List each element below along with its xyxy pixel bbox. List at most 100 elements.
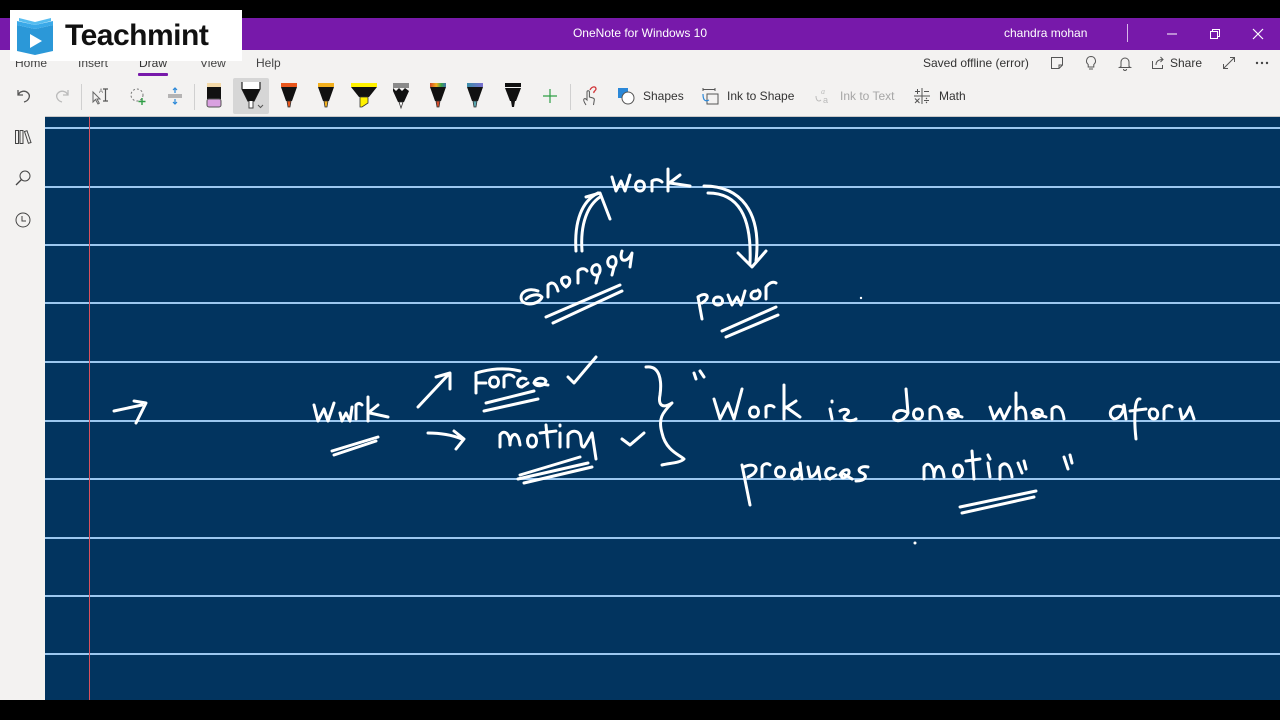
pencil-tool[interactable] — [389, 78, 413, 114]
type-select-button[interactable]: A — [88, 78, 112, 114]
orange-pen-tool[interactable] — [277, 78, 301, 114]
shapes-label: Shapes — [643, 89, 684, 103]
ink-word-energy[interactable] — [519, 249, 634, 306]
ink-dot — [859, 296, 863, 300]
ink-checkmark — [620, 431, 646, 447]
pen-icon — [281, 83, 297, 108]
ink-underline — [551, 289, 624, 325]
pen-icon — [241, 82, 264, 109]
ink-arrow-to-motion — [426, 429, 466, 451]
toolbar-separator — [81, 84, 82, 110]
close-icon — [1252, 28, 1264, 40]
ink-arrow-left — [112, 399, 148, 425]
ink-quote-definition[interactable] — [692, 369, 1196, 441]
toolbar-separator — [570, 84, 571, 110]
pen-icon — [467, 83, 483, 108]
ink-dot — [913, 541, 917, 545]
math-button[interactable]: Math — [912, 78, 972, 114]
add-space-button[interactable] — [163, 78, 187, 114]
teachmint-watermark: Teachmint — [10, 10, 242, 61]
ink-checkmark — [566, 355, 598, 385]
ink-word-force[interactable] — [474, 367, 550, 395]
black-pen-2-tool[interactable] — [501, 78, 525, 114]
shapes-icon — [618, 88, 635, 105]
more-icon — [1255, 61, 1269, 65]
expand-icon — [1223, 57, 1235, 69]
lasso-text-icon: A — [92, 88, 108, 105]
note-page-canvas[interactable] — [45, 116, 1280, 701]
ink-to-shape-button[interactable]: Ink to Shape — [700, 78, 800, 114]
nav-recent[interactable] — [11, 208, 35, 232]
restore-icon — [1210, 29, 1220, 39]
teachmint-brand: Teachmint — [65, 18, 209, 52]
screen: OneNote for Windows 10 chandra mohan Hom… — [0, 0, 1280, 720]
math-label: Math — [939, 89, 966, 103]
minimize-icon — [1167, 33, 1177, 35]
left-nav — [0, 116, 45, 700]
share-button[interactable]: Share — [1150, 54, 1204, 72]
redo-icon — [56, 90, 69, 103]
ink-to-text-icon: aa — [815, 87, 828, 105]
ink-word-work-top[interactable] — [610, 167, 692, 193]
add-space-icon — [168, 87, 182, 105]
lasso-select-button[interactable] — [126, 78, 150, 114]
highlighter-tool[interactable] — [349, 78, 379, 114]
pen-icon — [430, 83, 446, 108]
svg-text:A: A — [99, 89, 103, 95]
ink-word-work-middle[interactable] — [312, 395, 390, 423]
ink-word-motion[interactable] — [498, 423, 598, 461]
eraser-icon — [206, 83, 222, 108]
ideas-button[interactable] — [1080, 54, 1102, 72]
yellow-pen-tool[interactable] — [314, 78, 338, 114]
ocean-pen-tool[interactable] — [463, 78, 487, 114]
search-icon — [15, 170, 31, 186]
ink-quote-definition-line2[interactable] — [740, 449, 1074, 507]
pen-icon — [505, 83, 521, 107]
notifications-button[interactable] — [1114, 54, 1136, 72]
ink-to-text-button[interactable]: aa Ink to Text — [813, 78, 903, 114]
touch-draw-icon — [583, 86, 597, 106]
lasso-add-icon — [130, 88, 146, 105]
clock-icon — [15, 212, 31, 228]
close-button[interactable] — [1236, 18, 1280, 50]
fullscreen-button[interactable] — [1218, 54, 1240, 72]
book-play-icon — [17, 17, 53, 55]
nav-notebooks[interactable] — [11, 125, 35, 149]
save-status: Saved offline (error) — [923, 56, 1029, 70]
bottom-letterbox — [0, 700, 1280, 720]
add-pen-button[interactable] — [538, 78, 562, 114]
shapes-button[interactable]: Shapes — [616, 78, 686, 114]
pen-icon — [318, 83, 334, 108]
ink-arrow-work-to-power[interactable] — [702, 184, 768, 269]
ink-arrow-energy-to-work[interactable] — [574, 191, 612, 253]
svg-text:a: a — [823, 95, 828, 105]
tab-help[interactable]: Help — [256, 56, 281, 70]
undo-icon — [17, 90, 30, 103]
sticky-notes-icon — [1051, 57, 1063, 69]
pencil-icon — [393, 83, 409, 110]
ink-to-shape-label: Ink to Shape — [727, 89, 795, 103]
touch-drawing-button[interactable] — [577, 78, 601, 114]
bell-icon — [1117, 57, 1133, 71]
ink-to-text-label: Ink to Text — [840, 89, 895, 103]
galaxy-pen-tool[interactable] — [426, 78, 450, 114]
share-label: Share — [1170, 56, 1203, 70]
restore-button[interactable] — [1193, 18, 1237, 50]
user-name[interactable]: chandra mohan — [1004, 26, 1087, 40]
eraser-tool[interactable] — [201, 78, 227, 114]
redo-button[interactable] — [50, 78, 74, 114]
sticky-notes-button[interactable] — [1046, 54, 1068, 72]
ink-to-shape-icon — [702, 88, 719, 105]
nav-search[interactable] — [11, 166, 35, 190]
highlighter-icon — [351, 83, 377, 108]
ink-layer — [112, 167, 1196, 545]
title-divider — [1127, 24, 1128, 42]
ink-brace — [644, 365, 686, 467]
ink-arrow-to-force — [416, 371, 452, 409]
plus-icon — [543, 89, 557, 103]
minimize-button[interactable] — [1150, 18, 1194, 50]
undo-button[interactable] — [12, 78, 36, 114]
lightbulb-icon — [1086, 55, 1096, 70]
more-button[interactable] — [1251, 54, 1273, 72]
black-pen-tool[interactable] — [233, 78, 269, 114]
